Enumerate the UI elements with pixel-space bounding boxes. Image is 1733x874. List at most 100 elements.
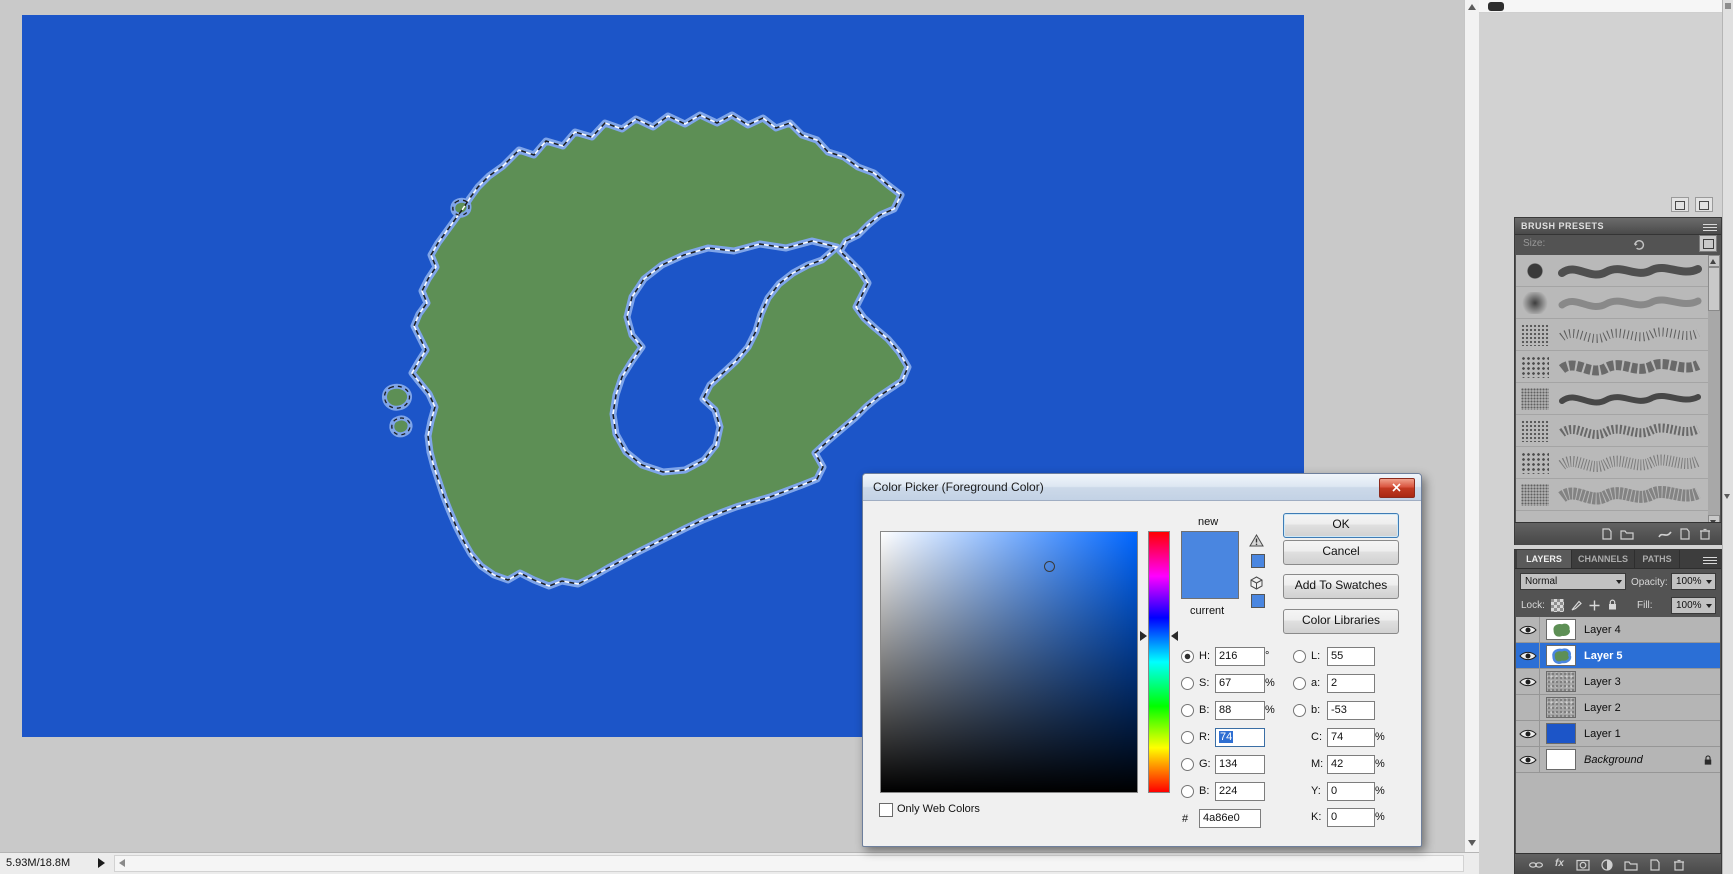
- layer-row-layer4[interactable]: Layer 4: [1516, 617, 1720, 643]
- layer-style-icon[interactable]: fx: [1555, 858, 1564, 869]
- layer-thumbnail[interactable]: [1546, 671, 1576, 692]
- preset-doc-icon[interactable]: [1599, 527, 1615, 541]
- opacity-field[interactable]: 100%: [1671, 573, 1716, 590]
- layer-thumbnail[interactable]: [1546, 645, 1576, 666]
- b2-field[interactable]: 224: [1215, 782, 1265, 801]
- ok-button[interactable]: OK: [1283, 513, 1399, 538]
- delete-layer-icon[interactable]: [1671, 858, 1687, 872]
- layer-name[interactable]: Layer 3: [1584, 676, 1621, 688]
- delete-brush-icon[interactable]: [1697, 527, 1713, 541]
- fill-field[interactable]: 100%: [1671, 597, 1716, 614]
- brush-preset-item[interactable]: [1516, 351, 1711, 383]
- lock-pixels-icon[interactable]: [1570, 599, 1583, 612]
- layer-name[interactable]: Layer 1: [1584, 728, 1621, 740]
- brush-preset-item[interactable]: [1516, 287, 1711, 319]
- brush-preset-item[interactable]: [1516, 447, 1711, 479]
- tab-channels[interactable]: CHANNELS: [1572, 550, 1635, 568]
- canvas-horizontal-scrollbar[interactable]: [114, 855, 1464, 872]
- adjustment-layer-icon[interactable]: [1599, 858, 1615, 872]
- hue-marker-right-icon[interactable]: [1171, 631, 1178, 641]
- brush-presets-header[interactable]: BRUSH PRESETS: [1515, 218, 1721, 235]
- layer-row-layer3[interactable]: Layer 3: [1516, 669, 1720, 695]
- g-radio[interactable]: [1181, 758, 1194, 771]
- s-radio[interactable]: [1181, 677, 1194, 690]
- visibility-toggle-hidden[interactable]: [1516, 695, 1540, 721]
- reset-icon[interactable]: [1632, 237, 1646, 251]
- layer-name[interactable]: Layer 4: [1584, 624, 1621, 636]
- layer-thumbnail[interactable]: [1546, 723, 1576, 744]
- brush-stroke-icon[interactable]: [1657, 527, 1673, 541]
- visibility-toggle[interactable]: [1516, 669, 1540, 695]
- hue-marker-left-icon[interactable]: [1140, 631, 1147, 641]
- h-field[interactable]: 216: [1215, 647, 1265, 666]
- scrollbar-thumb[interactable]: [1708, 267, 1720, 311]
- brush-preset-item[interactable]: [1516, 319, 1711, 351]
- color-libraries-button[interactable]: Color Libraries: [1283, 609, 1399, 634]
- dialog-titlebar[interactable]: Color Picker (Foreground Color): [863, 474, 1421, 501]
- lock-all-icon[interactable]: [1606, 598, 1619, 611]
- y-field[interactable]: 0: [1327, 782, 1375, 801]
- k-field[interactable]: 0: [1327, 808, 1375, 827]
- tool-icon[interactable]: [1488, 2, 1504, 11]
- scroll-up-icon[interactable]: [1468, 4, 1476, 10]
- layer-row-background[interactable]: Background: [1516, 747, 1720, 773]
- brush-list-scrollbar[interactable]: [1708, 255, 1720, 527]
- s-field[interactable]: 67: [1215, 674, 1265, 693]
- lab-b-field[interactable]: -53: [1327, 701, 1375, 720]
- c-field[interactable]: 74: [1327, 728, 1375, 747]
- preset-folder-icon[interactable]: [1619, 527, 1635, 541]
- brush-preset-item[interactable]: [1516, 479, 1711, 511]
- status-popup-arrow-icon[interactable]: [98, 858, 105, 868]
- layer-thumbnail[interactable]: [1546, 749, 1576, 770]
- color-field[interactable]: [880, 531, 1138, 793]
- visibility-toggle[interactable]: [1516, 643, 1540, 669]
- layer-thumbnail[interactable]: [1546, 697, 1576, 718]
- panel-menu-icon[interactable]: [1703, 222, 1717, 231]
- panel-menu-icon[interactable]: [1703, 555, 1717, 564]
- layer-row-layer1[interactable]: Layer 1: [1516, 721, 1720, 747]
- canvas-vertical-scrollbar[interactable]: [1464, 0, 1479, 852]
- l-field[interactable]: 55: [1327, 647, 1375, 666]
- web-cube-icon[interactable]: [1249, 576, 1264, 590]
- r-radio[interactable]: [1181, 731, 1194, 744]
- edge-icon[interactable]: [1725, 3, 1731, 9]
- tab-layers[interactable]: LAYERS: [1517, 550, 1572, 568]
- a-radio[interactable]: [1293, 677, 1306, 690]
- toggle-brush-panel-icon[interactable]: [1699, 235, 1717, 252]
- hue-slider[interactable]: [1148, 531, 1170, 793]
- l-radio[interactable]: [1293, 650, 1306, 663]
- new-layer-icon[interactable]: [1647, 858, 1663, 872]
- b-radio[interactable]: [1181, 704, 1194, 717]
- scroll-down-icon[interactable]: [1724, 494, 1730, 499]
- blend-mode-select[interactable]: Normal: [1520, 573, 1626, 590]
- new-group-icon[interactable]: [1623, 858, 1639, 872]
- cancel-button[interactable]: Cancel: [1283, 540, 1399, 565]
- add-to-swatches-button[interactable]: Add To Swatches: [1283, 574, 1399, 599]
- b-field[interactable]: 88: [1215, 701, 1265, 720]
- brush-preset-item[interactable]: [1516, 383, 1711, 415]
- tab-paths[interactable]: PATHS: [1635, 550, 1680, 568]
- new-brush-icon[interactable]: [1677, 527, 1693, 541]
- a-field[interactable]: 2: [1327, 674, 1375, 693]
- layer-thumbnail[interactable]: [1546, 619, 1576, 640]
- layer-name[interactable]: Background: [1584, 754, 1643, 766]
- h-radio[interactable]: [1181, 650, 1194, 663]
- visibility-toggle[interactable]: [1516, 747, 1540, 773]
- lock-position-icon[interactable]: [1588, 599, 1601, 612]
- visibility-toggle[interactable]: [1516, 721, 1540, 747]
- scroll-left-icon[interactable]: [119, 859, 125, 867]
- scroll-down-icon[interactable]: [1468, 840, 1476, 846]
- close-button[interactable]: [1379, 478, 1415, 498]
- r-field[interactable]: 74: [1215, 728, 1265, 747]
- hex-field[interactable]: 4a86e0: [1199, 809, 1261, 828]
- link-layers-icon[interactable]: [1527, 858, 1545, 872]
- lab-b-radio[interactable]: [1293, 704, 1306, 717]
- g-field[interactable]: 134: [1215, 755, 1265, 774]
- panel-dock-icon-1[interactable]: [1671, 197, 1689, 212]
- m-field[interactable]: 42: [1327, 755, 1375, 774]
- layer-mask-icon[interactable]: [1575, 858, 1591, 872]
- b2-radio[interactable]: [1181, 785, 1194, 798]
- visibility-toggle[interactable]: [1516, 617, 1540, 643]
- brush-preset-item[interactable]: [1516, 415, 1711, 447]
- layer-name[interactable]: Layer 2: [1584, 702, 1621, 714]
